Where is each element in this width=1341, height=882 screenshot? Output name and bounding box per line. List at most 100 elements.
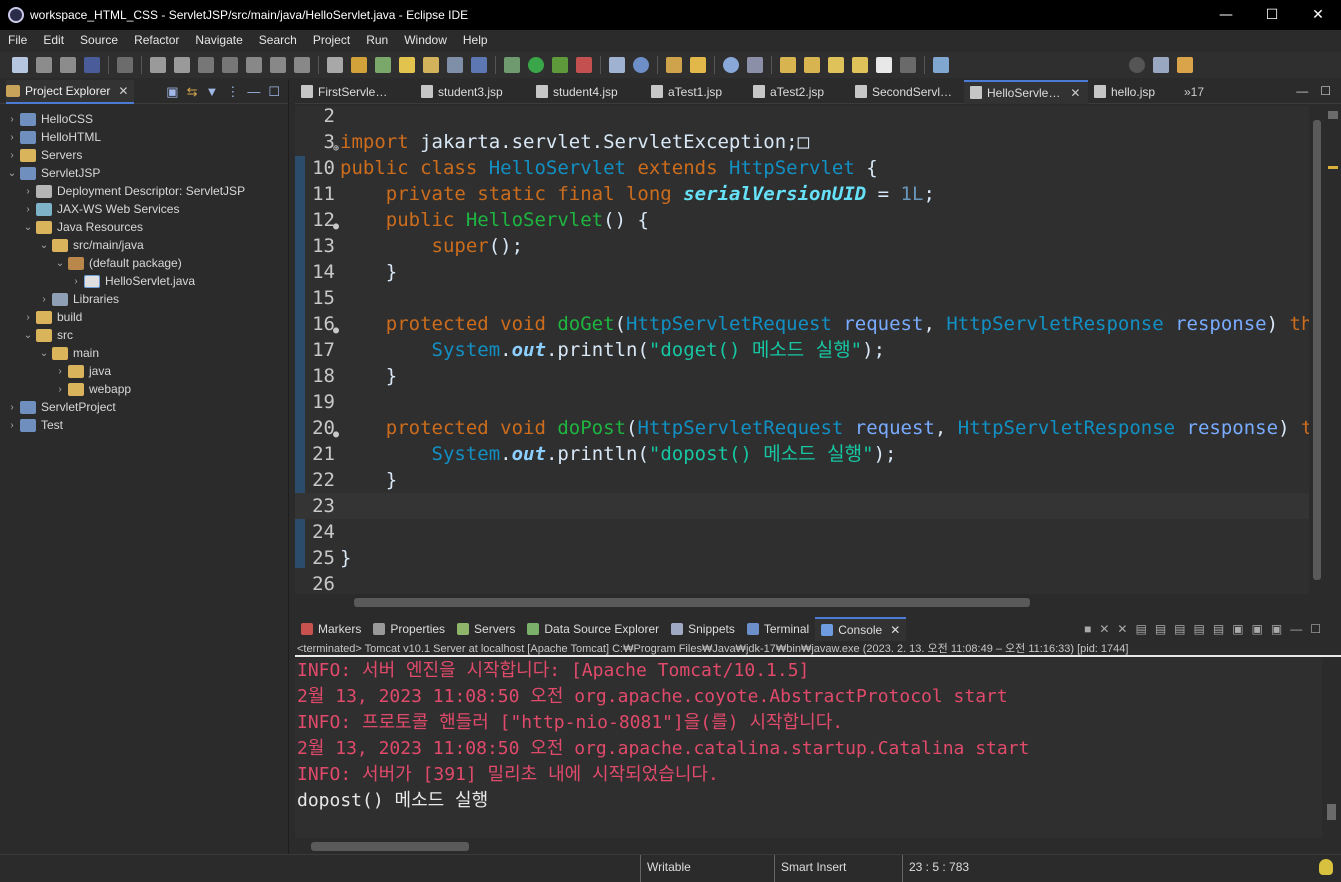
- chevron-right-icon[interactable]: ›: [54, 366, 66, 377]
- step-over-icon[interactable]: [270, 57, 286, 73]
- search-icon[interactable]: [747, 57, 763, 73]
- editor-vertical-scrollbar[interactable]: [1309, 106, 1325, 594]
- skip-breakpoints-icon[interactable]: [117, 57, 133, 73]
- tree-item[interactable]: › java: [0, 362, 288, 380]
- remove-all-terminated-icon[interactable]: ✕: [1117, 622, 1127, 636]
- tree-item[interactable]: ⌄ Java Resources: [0, 218, 288, 236]
- editor-tab[interactable]: FirstServle…: [295, 80, 415, 104]
- chevron-down-icon[interactable]: ⌄: [6, 168, 18, 179]
- open-perspective-icon[interactable]: [933, 57, 949, 73]
- close-button[interactable]: ✕: [1295, 0, 1341, 30]
- tree-item[interactable]: ⌄ main: [0, 344, 288, 362]
- new-icon[interactable]: [12, 57, 28, 73]
- step-return-icon[interactable]: [294, 57, 310, 73]
- terminal-icon[interactable]: [84, 57, 100, 73]
- maximize-console-icon[interactable]: ☐: [1310, 622, 1321, 636]
- java-perspective-icon[interactable]: [1177, 57, 1193, 73]
- toggle-breadcrumb-icon[interactable]: [423, 57, 439, 73]
- open-console-dropdown-icon[interactable]: ▣: [1252, 622, 1263, 636]
- tab-project-explorer[interactable]: Project Explorer ✕: [6, 79, 135, 104]
- tree-item[interactable]: ⌄ src/main/java: [0, 236, 288, 254]
- menu-help[interactable]: Help: [455, 30, 496, 50]
- menu-run[interactable]: Run: [358, 30, 396, 50]
- menu-refactor[interactable]: Refactor: [126, 30, 187, 50]
- suspend-icon[interactable]: [174, 57, 190, 73]
- tree-item[interactable]: › HelloCSS: [0, 110, 288, 128]
- tree-item[interactable]: ⌄ ServletJSP: [0, 164, 288, 182]
- view-menu-icon[interactable]: ⋮: [226, 84, 239, 100]
- overview-ruler[interactable]: [1325, 106, 1341, 594]
- close-icon[interactable]: ✕: [118, 84, 128, 98]
- menu-project[interactable]: Project: [305, 30, 358, 50]
- chevron-right-icon[interactable]: ›: [6, 150, 18, 161]
- tab-properties[interactable]: Properties: [367, 617, 451, 641]
- web-browser-icon[interactable]: [723, 57, 739, 73]
- pen-icon[interactable]: [690, 57, 706, 73]
- tree-item[interactable]: › HelloHTML: [0, 128, 288, 146]
- tab-console[interactable]: Console ✕: [815, 617, 907, 641]
- code-editor[interactable]: 2 3 ⊕ import jakarta.servlet.ServletExcepti…: [295, 106, 1309, 594]
- editor-tab[interactable]: student3.jsp: [415, 80, 530, 104]
- debug-icon[interactable]: [504, 57, 520, 73]
- chevron-right-icon[interactable]: ›: [6, 132, 18, 143]
- menu-navigate[interactable]: Navigate: [187, 30, 250, 50]
- tab-servers[interactable]: Servers: [451, 617, 521, 641]
- scrollbar-thumb[interactable]: [1327, 804, 1336, 820]
- insert-mode-status[interactable]: Smart Insert: [774, 855, 846, 882]
- chevron-down-icon[interactable]: ⌄: [38, 348, 50, 359]
- word-wrap-icon[interactable]: ▤: [1155, 622, 1166, 636]
- new-class-icon[interactable]: [633, 57, 649, 73]
- minimize-button[interactable]: —: [1203, 0, 1249, 30]
- show-whitespace-icon[interactable]: [471, 57, 487, 73]
- editor-horizontal-scrollbar[interactable]: [340, 594, 1309, 610]
- display-console-icon[interactable]: ▣: [1232, 622, 1243, 636]
- tree-item[interactable]: › build: [0, 308, 288, 326]
- chevron-down-icon[interactable]: ⌄: [22, 222, 34, 233]
- toggle-mark-icon[interactable]: [351, 57, 367, 73]
- back-icon[interactable]: [852, 57, 868, 73]
- block-selection-icon[interactable]: [447, 57, 463, 73]
- editor-tab[interactable]: aTest2.jsp: [747, 80, 849, 104]
- chevron-right-icon[interactable]: ›: [6, 402, 18, 413]
- save-icon[interactable]: [36, 57, 52, 73]
- chevron-right-icon[interactable]: ›: [6, 420, 18, 431]
- save-all-icon[interactable]: [60, 57, 76, 73]
- external-tools-icon[interactable]: [576, 57, 592, 73]
- open-type-icon[interactable]: [666, 57, 682, 73]
- chevron-right-icon[interactable]: ›: [22, 204, 34, 215]
- tree-item[interactable]: › Deployment Descriptor: ServletJSP: [0, 182, 288, 200]
- minimize-console-icon[interactable]: —: [1290, 622, 1302, 636]
- chevron-right-icon[interactable]: ›: [22, 312, 34, 323]
- editor-tab[interactable]: HelloServle… ✕: [964, 79, 1088, 104]
- quick-access-search-icon[interactable]: [1129, 57, 1145, 73]
- scrollbar-thumb[interactable]: [311, 842, 469, 851]
- menu-window[interactable]: Window: [396, 30, 455, 50]
- chevron-down-icon[interactable]: ⌄: [38, 240, 50, 251]
- chevron-right-icon[interactable]: ›: [22, 186, 34, 197]
- console-vertical-scrollbar[interactable]: [1322, 658, 1341, 838]
- tree-item[interactable]: › ServletProject: [0, 398, 288, 416]
- editor-tab[interactable]: SecondServl…: [849, 80, 964, 104]
- coverage-icon[interactable]: [552, 57, 568, 73]
- tree-item[interactable]: › HelloServlet.java: [0, 272, 288, 290]
- open-task-icon[interactable]: [375, 57, 391, 73]
- highlight-icon[interactable]: [399, 57, 415, 73]
- step-into-icon[interactable]: [246, 57, 262, 73]
- menu-source[interactable]: Source: [72, 30, 126, 50]
- tab-data-source-explorer[interactable]: Data Source Explorer: [521, 617, 665, 641]
- chevron-down-icon[interactable]: ⌄: [22, 330, 34, 341]
- open-console-icon[interactable]: [327, 57, 343, 73]
- show-stdout-icon[interactable]: ▤: [1174, 622, 1185, 636]
- tip-of-the-day-icon[interactable]: [1319, 859, 1333, 875]
- scrollbar-thumb[interactable]: [354, 598, 1030, 607]
- editor-tab[interactable]: hello.jsp: [1088, 80, 1178, 104]
- menu-file[interactable]: File: [0, 30, 35, 50]
- run-icon[interactable]: [528, 57, 544, 73]
- terminate-icon[interactable]: [198, 57, 214, 73]
- tab-markers[interactable]: Markers: [295, 617, 367, 641]
- tree-item[interactable]: › Servers: [0, 146, 288, 164]
- last-edit-location-icon[interactable]: [828, 57, 844, 73]
- scrollbar-thumb[interactable]: [1313, 120, 1321, 580]
- new-console-icon[interactable]: ▣: [1271, 622, 1282, 636]
- close-tab-icon[interactable]: ✕: [1070, 86, 1080, 100]
